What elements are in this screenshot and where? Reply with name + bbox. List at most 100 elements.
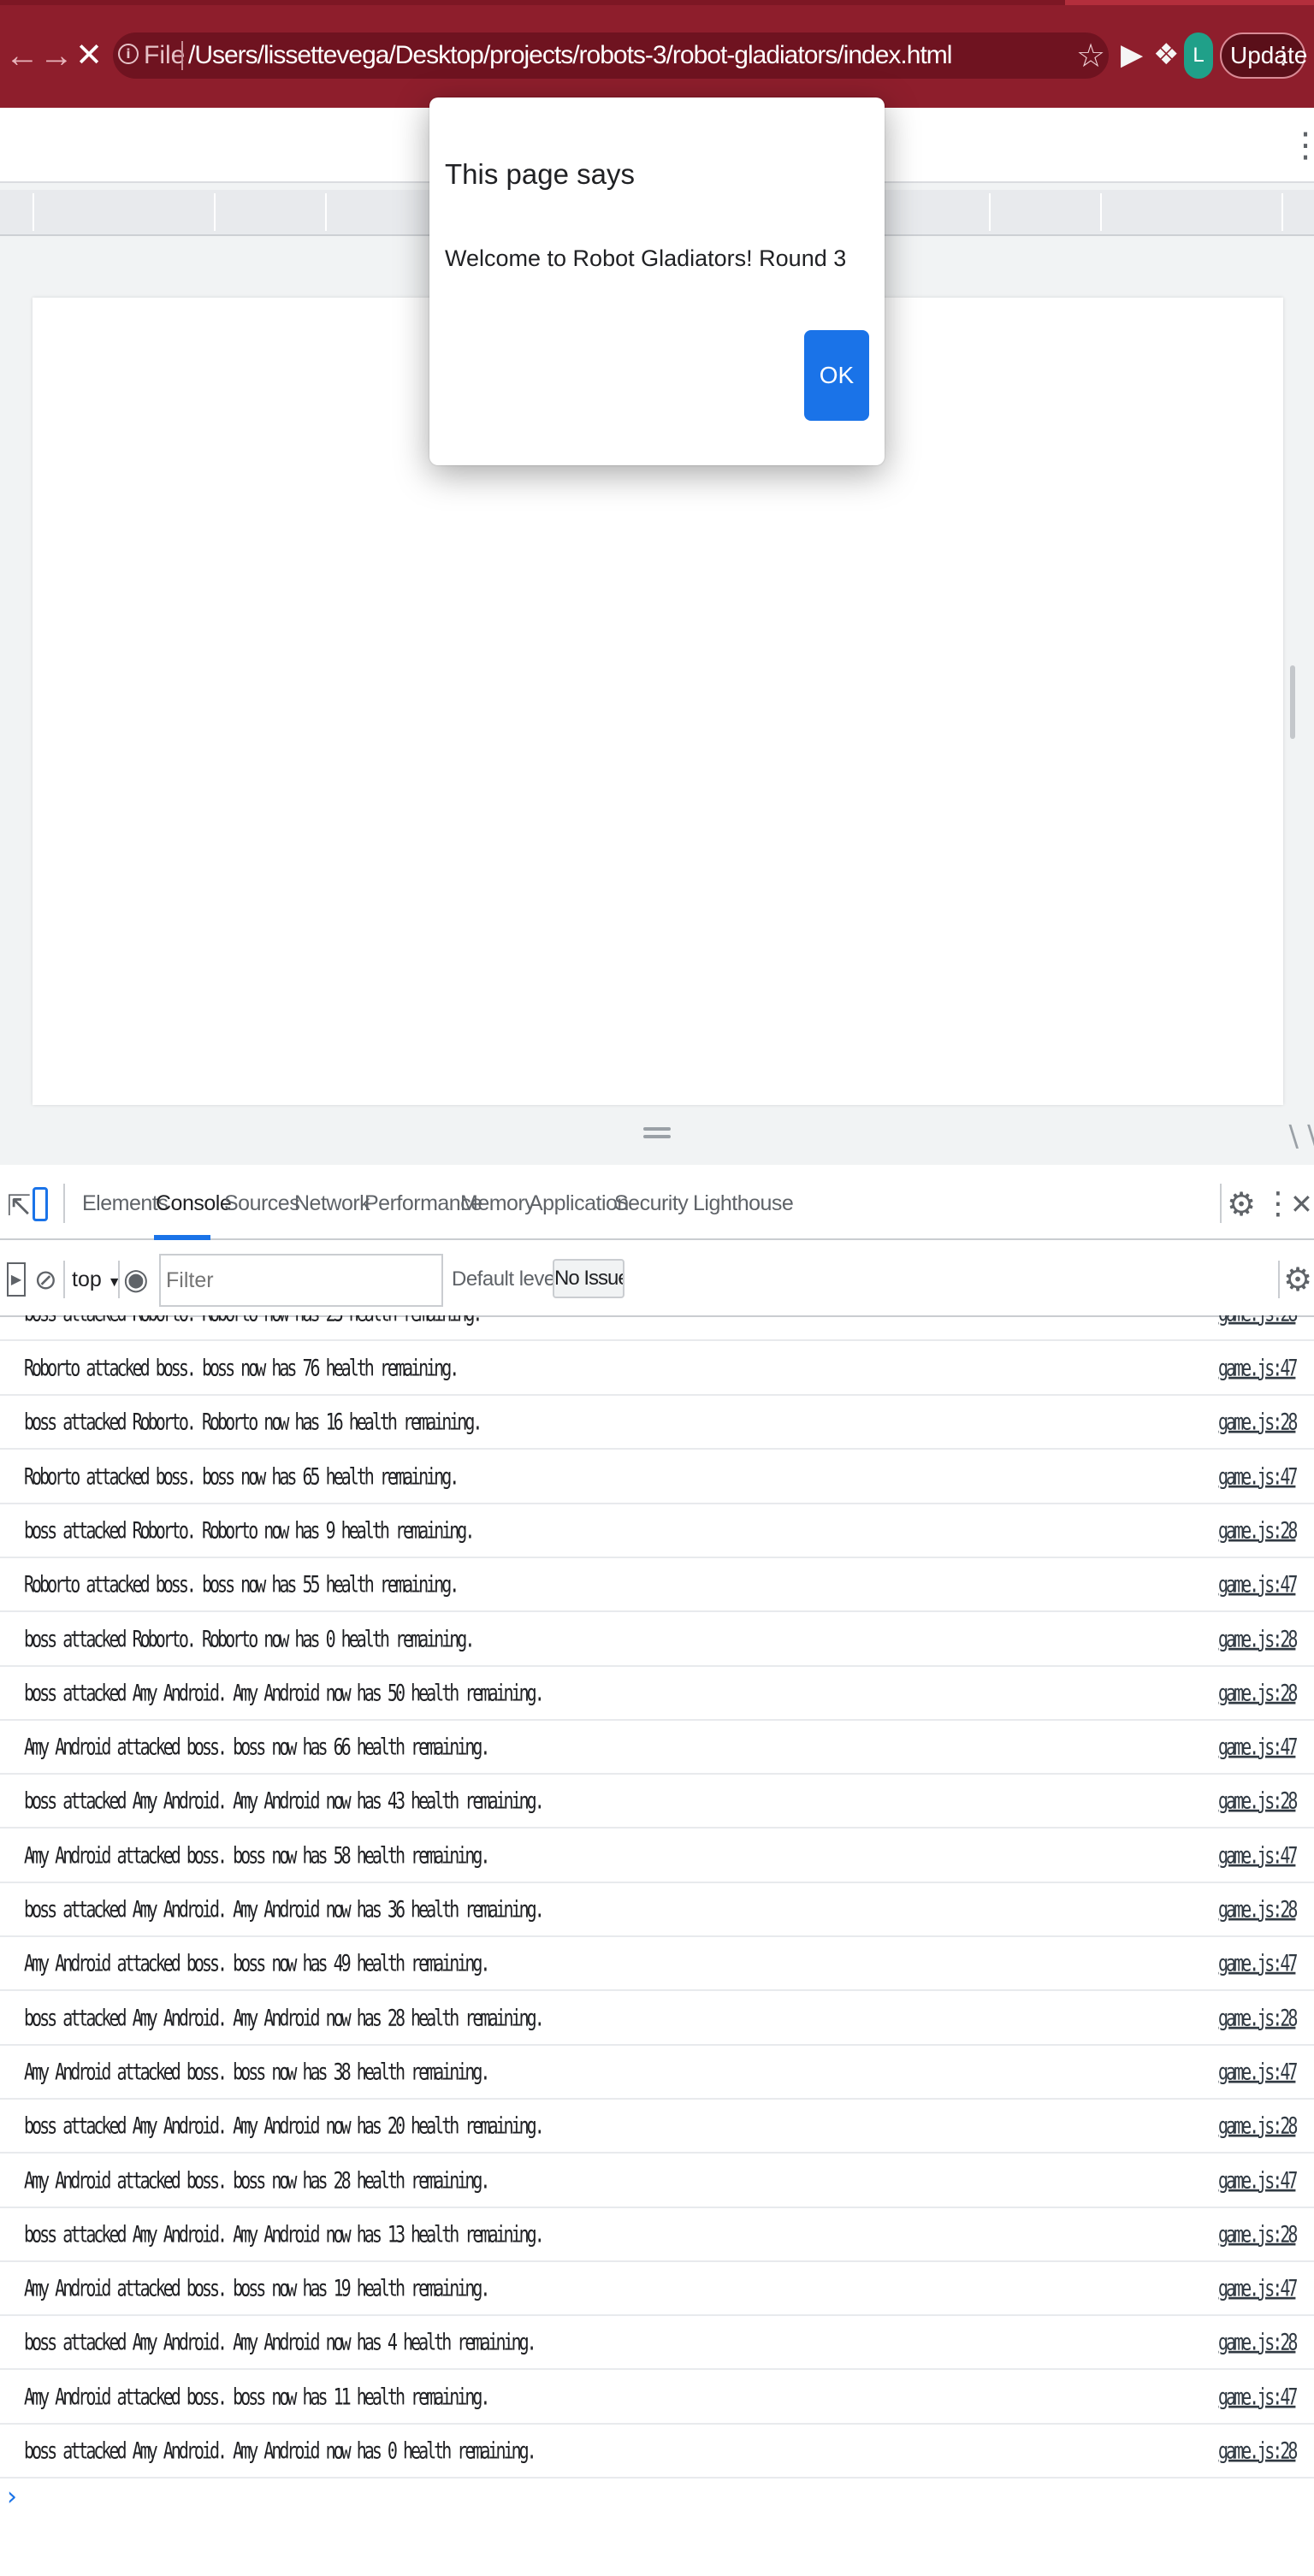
console-message: boss attacked Amy Android. Amy Android n… xyxy=(24,1678,545,1707)
source-link[interactable]: game.js:47 xyxy=(1218,1348,1298,1387)
console-row: Amy Android attacked boss. boss now has … xyxy=(0,2154,1314,2208)
console-message: Amy Android attacked boss. boss now has … xyxy=(24,2165,490,2195)
console-row: boss attacked Roborto. Roborto now has 0… xyxy=(0,1612,1314,1667)
toolbar-divider xyxy=(118,1261,120,1298)
levels-label: Default levels xyxy=(452,1267,570,1291)
console-message: boss attacked Roborto. Roborto now has 2… xyxy=(24,1315,482,1332)
profile-avatar[interactable]: L xyxy=(1184,32,1213,79)
back-arrow-icon[interactable]: ← xyxy=(5,32,39,79)
source-link[interactable]: game.js:47 xyxy=(1218,2268,1298,2307)
console-message: Amy Android attacked boss. boss now has … xyxy=(24,1732,490,1761)
ok-button[interactable]: OK xyxy=(804,330,869,421)
console-message: Amy Android attacked boss. boss now has … xyxy=(24,2273,490,2302)
console-message: boss attacked Roborto. Roborto now has 9… xyxy=(24,1515,475,1545)
source-link[interactable]: game.js:47 xyxy=(1218,1835,1298,1875)
puzzle-extensions-icon[interactable]: ❖ xyxy=(1153,38,1179,72)
tab-strip xyxy=(0,0,1314,5)
console-row: boss attacked Roborto. Roborto now has 2… xyxy=(0,1315,1314,1341)
context-selector[interactable]: top ▼ xyxy=(72,1261,121,1298)
issues-button[interactable]: No Issues xyxy=(553,1259,624,1298)
media-query-cell[interactable] xyxy=(1100,193,1102,231)
console-message: boss attacked Amy Android. Amy Android n… xyxy=(24,2111,545,2140)
source-link[interactable]: game.js:28 xyxy=(1218,2214,1298,2254)
console-message: Amy Android attacked boss. boss now has … xyxy=(24,2382,490,2411)
media-query-cell[interactable] xyxy=(325,193,327,231)
live-expression-eye-icon[interactable]: ◉ xyxy=(123,1261,149,1298)
update-button[interactable]: Update ⋮ xyxy=(1220,32,1307,79)
extension-icon[interactable]: ▶ xyxy=(1121,38,1143,72)
filter-input[interactable] xyxy=(159,1254,443,1307)
tab-console[interactable]: Console xyxy=(156,1185,232,1221)
console-row: boss attacked Amy Android. Amy Android n… xyxy=(0,2424,1314,2479)
more-icon: ⋮ xyxy=(1271,42,1295,68)
console-settings-gear-icon[interactable]: ⚙ xyxy=(1283,1261,1312,1298)
dialog-title: This page says xyxy=(445,158,635,190)
resize-handle-icon[interactable] xyxy=(643,1127,671,1144)
source-link[interactable]: game.js:28 xyxy=(1218,1889,1298,1929)
more-options-icon[interactable]: ⋮ xyxy=(1263,1185,1293,1223)
console-message: boss attacked Roborto. Roborto now has 0… xyxy=(24,1624,475,1653)
url-text[interactable]: /Users/lissettevega/Desktop/projects/rob… xyxy=(188,38,952,73)
console-message: Amy Android attacked boss. boss now has … xyxy=(24,1948,490,1977)
tab-lighthouse[interactable]: Lighthouse xyxy=(693,1185,794,1221)
omnibox-divider xyxy=(181,41,183,70)
tab-security[interactable]: Security xyxy=(614,1185,689,1221)
tab-memory[interactable]: Memory xyxy=(460,1185,536,1221)
viewport-resize-handle[interactable] xyxy=(1290,665,1295,739)
device-toggle-icon[interactable] xyxy=(33,1187,48,1221)
info-icon[interactable]: i xyxy=(118,44,139,64)
source-link[interactable]: game.js:28 xyxy=(1218,1673,1298,1712)
console-row: Roborto attacked boss. boss now has 76 h… xyxy=(0,1341,1314,1396)
console-row: Amy Android attacked boss. boss now has … xyxy=(0,2370,1314,2425)
sidebar-toggle-icon[interactable]: ▶ xyxy=(7,1262,26,1297)
source-link[interactable]: game.js:47 xyxy=(1218,1943,1298,1982)
media-query-cell[interactable] xyxy=(989,193,991,231)
console-row: Amy Android attacked boss. boss now has … xyxy=(0,1720,1314,1775)
source-link[interactable]: game.js:47 xyxy=(1218,2377,1298,2416)
source-link[interactable]: game.js:47 xyxy=(1218,2052,1298,2091)
console-message: Amy Android attacked boss. boss now has … xyxy=(24,2057,490,2086)
media-query-cell[interactable] xyxy=(33,193,34,231)
media-query-cell[interactable] xyxy=(1281,193,1283,231)
console-row: boss attacked Amy Android. Amy Android n… xyxy=(0,2099,1314,2154)
source-link[interactable]: game.js:28 xyxy=(1218,2431,1298,2470)
console-prompt-icon[interactable]: › xyxy=(7,2480,17,2514)
source-link[interactable]: game.js:28 xyxy=(1218,1510,1298,1550)
console-row: boss attacked Amy Android. Amy Android n… xyxy=(0,1666,1314,1721)
console-row: boss attacked Amy Android. Amy Android n… xyxy=(0,2315,1314,2370)
source-link[interactable]: game.js:47 xyxy=(1218,1727,1298,1766)
clear-console-icon[interactable]: ⊘ xyxy=(34,1262,57,1297)
bookmark-star-icon[interactable]: ☆ xyxy=(1076,36,1105,75)
forward-arrow-icon[interactable]: → xyxy=(39,32,74,79)
toolbar-divider xyxy=(63,1261,65,1298)
source-link[interactable]: game.js:47 xyxy=(1218,1456,1298,1496)
console-message: boss attacked Amy Android. Amy Android n… xyxy=(24,2003,545,2032)
source-link[interactable]: game.js:28 xyxy=(1218,2106,1298,2145)
console-message: Roborto attacked boss. boss now has 76 h… xyxy=(24,1353,459,1382)
corner-resize-icon[interactable]: ∖∖ xyxy=(1283,1120,1314,1155)
console-row: Amy Android attacked boss. boss now has … xyxy=(0,2045,1314,2100)
console-message: boss attacked Amy Android. Amy Android n… xyxy=(24,1786,545,1815)
context-label: top xyxy=(72,1267,102,1291)
source-link[interactable]: game.js:28 xyxy=(1218,1402,1298,1441)
source-link[interactable]: game.js:28 xyxy=(1218,2322,1298,2361)
settings-gear-icon[interactable]: ⚙ xyxy=(1227,1185,1256,1223)
console-message: boss attacked Amy Android. Amy Android n… xyxy=(24,1894,545,1923)
console-message: boss attacked Amy Android. Amy Android n… xyxy=(24,2219,545,2248)
close-devtools-icon[interactable]: ✕ xyxy=(1290,1185,1313,1223)
device-toolbar-menu-icon[interactable]: ⋮ xyxy=(1288,128,1314,162)
media-query-cell[interactable] xyxy=(214,193,216,231)
source-link[interactable]: game.js:28 xyxy=(1218,1781,1298,1820)
source-link[interactable]: game.js:28 xyxy=(1218,1315,1298,1332)
console-row: Amy Android attacked boss. boss now has … xyxy=(0,1936,1314,1991)
stop-loading-close-icon[interactable]: ✕ xyxy=(72,32,106,79)
source-link[interactable]: game.js:47 xyxy=(1218,2160,1298,2200)
source-link[interactable]: game.js:28 xyxy=(1218,1998,1298,2037)
console-message: Amy Android attacked boss. boss now has … xyxy=(24,1840,490,1870)
tab-network[interactable]: Network xyxy=(294,1185,370,1221)
source-link[interactable]: game.js:47 xyxy=(1218,1564,1298,1604)
source-link[interactable]: game.js:28 xyxy=(1218,1619,1298,1658)
tab-sources[interactable]: Sources xyxy=(224,1185,300,1221)
active-tab[interactable] xyxy=(0,0,1065,5)
inspect-element-icon[interactable]: ⇱ xyxy=(7,1189,32,1223)
